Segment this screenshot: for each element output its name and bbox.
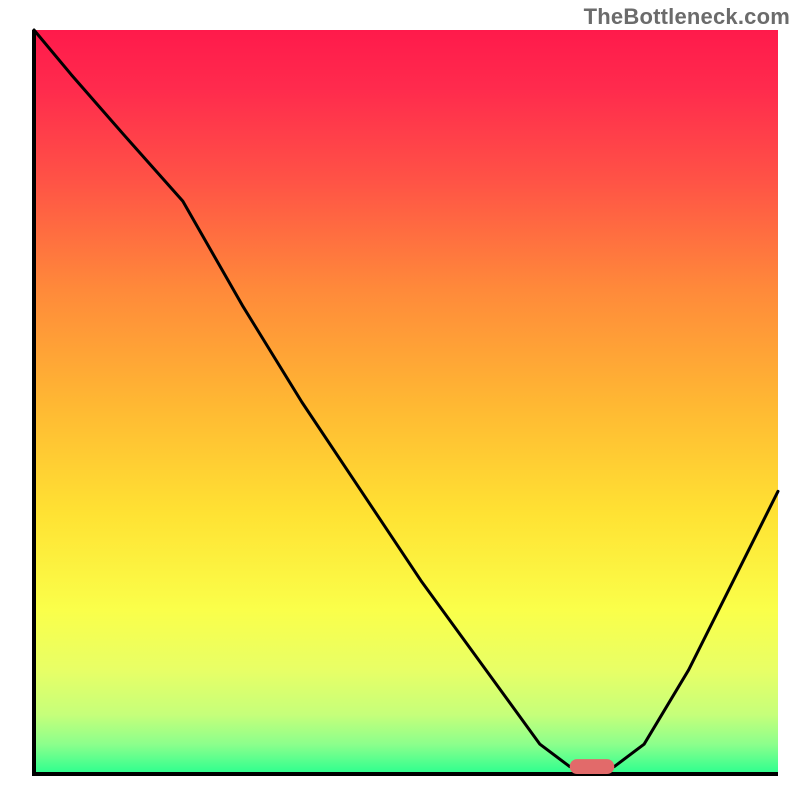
chart-marker	[570, 759, 615, 774]
watermark-text: TheBottleneck.com	[584, 4, 790, 30]
bottleneck-chart	[0, 0, 800, 800]
chart-background	[34, 30, 778, 774]
chart-stage: TheBottleneck.com	[0, 0, 800, 800]
